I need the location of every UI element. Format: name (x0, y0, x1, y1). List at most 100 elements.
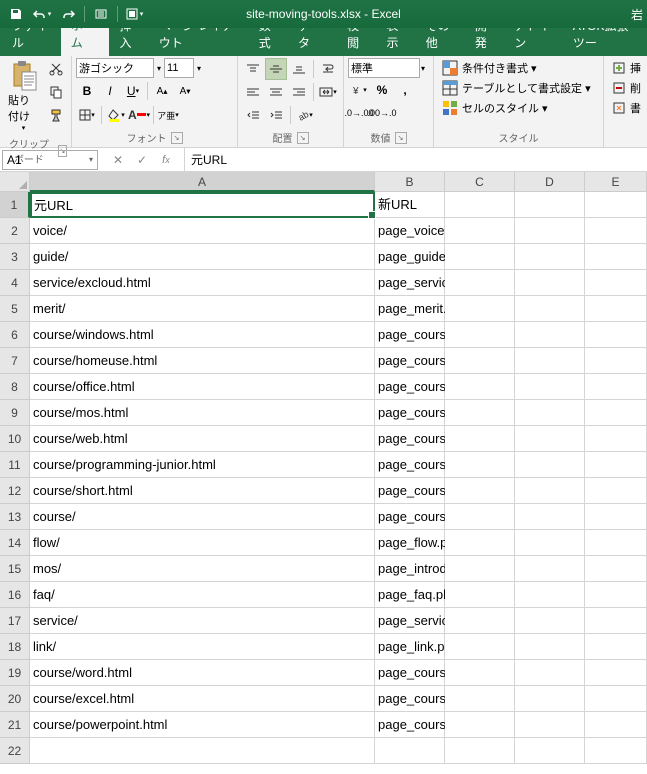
cell[interactable] (515, 504, 585, 530)
bold-button[interactable]: B (76, 80, 98, 102)
cell[interactable] (515, 426, 585, 452)
cell[interactable]: page_course_excel.php (375, 686, 445, 712)
cell[interactable]: merit/ (30, 296, 375, 322)
cell[interactable]: course/ (30, 504, 375, 530)
cell[interactable] (515, 218, 585, 244)
cell[interactable] (585, 556, 647, 582)
align-middle-button[interactable] (265, 58, 287, 80)
save-button[interactable] (4, 3, 28, 25)
align-bottom-button[interactable] (288, 58, 310, 80)
cell[interactable] (585, 426, 647, 452)
row-header[interactable]: 17 (0, 608, 30, 634)
cell-styles-button[interactable]: セルのスタイル ▾ (438, 98, 552, 118)
paste-button[interactable]: 貼り付け ▾ (4, 58, 43, 134)
cell[interactable]: course/office.html (30, 374, 375, 400)
cell[interactable] (515, 374, 585, 400)
cell[interactable] (585, 400, 647, 426)
cell[interactable] (515, 192, 585, 218)
cell[interactable] (515, 686, 585, 712)
cell[interactable] (445, 634, 515, 660)
phonetic-button[interactable]: ア亜▾ (157, 104, 179, 126)
cell[interactable]: course/programming-junior.html (30, 452, 375, 478)
cell[interactable] (445, 244, 515, 270)
insert-function-button[interactable]: fx (156, 150, 176, 170)
cell[interactable]: guide/ (30, 244, 375, 270)
align-right-button[interactable] (288, 81, 310, 103)
cell[interactable] (585, 244, 647, 270)
row-header[interactable]: 19 (0, 660, 30, 686)
cell[interactable] (445, 348, 515, 374)
accept-formula-button[interactable]: ✓ (132, 150, 152, 170)
cell[interactable] (585, 374, 647, 400)
cell[interactable] (515, 634, 585, 660)
cell[interactable]: page_course_office.php (375, 374, 445, 400)
cell[interactable] (445, 738, 515, 764)
cell[interactable] (445, 608, 515, 634)
row-header[interactable]: 9 (0, 400, 30, 426)
insert-cells-button[interactable]: 挿 (608, 58, 645, 78)
dialog-launcher-icon[interactable]: ↘ (395, 132, 407, 144)
cell[interactable]: page_course.php (375, 504, 445, 530)
cell[interactable]: page_service.php (375, 608, 445, 634)
cell[interactable] (515, 582, 585, 608)
format-cells-button[interactable]: 書 (608, 98, 645, 118)
cancel-formula-button[interactable]: ✕ (108, 150, 128, 170)
cell[interactable]: page_flow.php (375, 530, 445, 556)
decrease-decimal-button[interactable]: .00→.0 (371, 102, 393, 124)
cell[interactable]: page_merit.php (375, 296, 445, 322)
fill-color-button[interactable]: ▾ (105, 104, 127, 126)
column-header[interactable]: E (585, 172, 647, 192)
cell[interactable] (515, 296, 585, 322)
column-header[interactable]: C (445, 172, 515, 192)
cell[interactable] (445, 686, 515, 712)
qat-button-2[interactable]: ▾ (122, 3, 146, 25)
cell[interactable] (585, 530, 647, 556)
formula-input[interactable] (184, 148, 647, 171)
cell[interactable] (585, 452, 647, 478)
accounting-format-button[interactable]: ¥▾ (348, 79, 370, 101)
italic-button[interactable]: I (99, 80, 121, 102)
cell[interactable]: course/homeuse.html (30, 348, 375, 374)
cell[interactable] (515, 270, 585, 296)
cell[interactable] (585, 738, 647, 764)
cell[interactable]: page_course_web.php (375, 426, 445, 452)
row-header[interactable]: 21 (0, 712, 30, 738)
row-header[interactable]: 3 (0, 244, 30, 270)
row-header[interactable]: 7 (0, 348, 30, 374)
cell[interactable] (445, 582, 515, 608)
spreadsheet-grid[interactable]: A B C D E 1元URL新URL2voice/page_voice.php… (0, 172, 647, 764)
cell[interactable]: 新URL (375, 192, 445, 218)
cell[interactable]: page_course_word.php (375, 660, 445, 686)
qat-button-1[interactable] (89, 3, 113, 25)
cell[interactable]: course/powerpoint.html (30, 712, 375, 738)
select-all-button[interactable] (0, 172, 30, 192)
merge-button[interactable]: ▾ (317, 81, 339, 103)
cell[interactable]: page_course_windows.php (375, 322, 445, 348)
font-size-input[interactable] (164, 58, 194, 78)
row-header[interactable]: 6 (0, 322, 30, 348)
cell[interactable]: course/word.html (30, 660, 375, 686)
cell[interactable] (515, 608, 585, 634)
cell[interactable] (515, 400, 585, 426)
chevron-down-icon[interactable]: ▾ (89, 155, 93, 164)
align-center-button[interactable] (265, 81, 287, 103)
cell[interactable]: service/excloud.html (30, 270, 375, 296)
cell[interactable]: course/windows.html (30, 322, 375, 348)
cell[interactable] (515, 660, 585, 686)
column-header[interactable]: A (30, 172, 375, 192)
cell[interactable]: page_course_programming-junior.php (375, 452, 445, 478)
align-left-button[interactable] (242, 81, 264, 103)
cell[interactable] (445, 296, 515, 322)
underline-button[interactable]: U▾ (122, 80, 144, 102)
format-as-table-button[interactable]: テーブルとして書式設定 ▾ (438, 78, 595, 98)
cell[interactable]: voice/ (30, 218, 375, 244)
cell[interactable] (515, 556, 585, 582)
cell[interactable] (585, 296, 647, 322)
number-format-select[interactable] (348, 58, 420, 78)
align-top-button[interactable] (242, 58, 264, 80)
cell[interactable] (515, 452, 585, 478)
decrease-indent-button[interactable] (242, 104, 264, 126)
cell[interactable] (515, 712, 585, 738)
row-header[interactable]: 22 (0, 738, 30, 764)
row-header[interactable]: 8 (0, 374, 30, 400)
